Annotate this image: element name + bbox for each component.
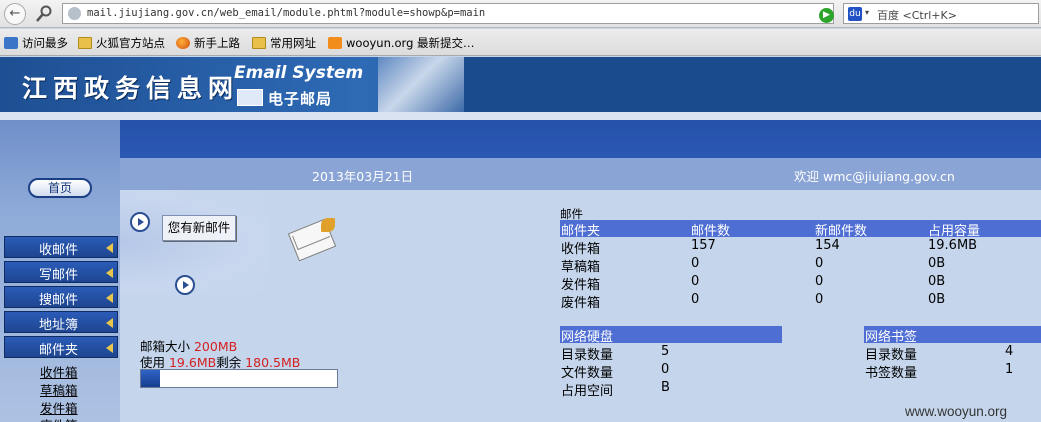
netdisk-header[interactable]: 网络硬盘 (560, 326, 782, 345)
arrow-left-icon (106, 293, 113, 303)
url-bar[interactable]: mail.jiujiang.gov.cn/web_email/module.ph… (62, 3, 890, 24)
firefox-icon (176, 37, 190, 49)
go-icon[interactable]: ▶ (819, 8, 834, 23)
arrow-left-icon (106, 318, 113, 328)
folder-icon (252, 37, 266, 49)
site-title: 江西政务信息网 (22, 74, 240, 103)
menu-folders[interactable]: 邮件夹 (4, 336, 118, 358)
current-date: 2013年03月21日 (312, 169, 414, 184)
folder-link-trash[interactable]: 废件箱 (561, 292, 600, 311)
search-engine-dropdown-icon[interactable]: ▾ (865, 8, 869, 17)
header-band (120, 120, 1041, 158)
search-input[interactable]: du ▾ 百度 <Ctrl+K> (843, 3, 1039, 24)
banner-fill (464, 57, 1041, 112)
sidebar-item-inbox[interactable]: 收件箱 (40, 362, 78, 381)
sidebar-item-trash[interactable]: 废件箱 (40, 415, 78, 422)
watermark: www.wooyun.org (905, 404, 1008, 419)
sidebar-item-drafts[interactable]: 草稿箱 (40, 380, 78, 399)
email-system-title: Email System (234, 63, 364, 83)
menu-search-mail[interactable]: 搜邮件 (4, 286, 118, 308)
bookmark-wooyun[interactable]: wooyun.org 最新提交… (328, 35, 475, 51)
arrow-left-icon (106, 243, 113, 253)
decorative-swirl (120, 190, 270, 295)
welcome-text: 欢迎 wmc@jiujiang.gov.cn (794, 169, 955, 184)
mail-table-header: 邮件夹 邮件数 新邮件数 占用容量 (560, 220, 1041, 239)
menu-address-book[interactable]: 地址簿 (4, 311, 118, 333)
site-banner: 江西政务信息网 Email System 电子邮局 (0, 57, 1041, 112)
quill-icon (321, 218, 335, 232)
quota-progress-fill (141, 370, 161, 387)
banner-photo (378, 57, 464, 112)
arrow-left-icon (106, 268, 113, 278)
folder-icon (78, 37, 92, 49)
globe-icon (68, 7, 81, 20)
envelope-icon (237, 89, 263, 106)
bookmark-getting-started[interactable]: 新手上路 (176, 35, 240, 51)
bookmark-firefox-site[interactable]: 火狐官方站点 (78, 35, 165, 51)
bookmark-most-visited[interactable]: 访问最多 (4, 35, 68, 51)
play-icon[interactable] (130, 212, 150, 232)
folder-link-sent[interactable]: 发件箱 (561, 274, 600, 293)
banner-divider (0, 112, 1041, 120)
search-engine-name: 百度 (877, 9, 899, 22)
bookmarks-bar: 访问最多 火狐官方站点 新手上路 常用网址 wooyun.org 最新提交… (0, 29, 1041, 56)
quota-progress-bar (140, 369, 338, 388)
menu-compose-mail[interactable]: 写邮件 (4, 261, 118, 283)
play-icon[interactable] (175, 275, 195, 295)
new-mail-button[interactable]: 您有新邮件 (162, 215, 236, 241)
bookmark-common-sites[interactable]: 常用网址 (252, 35, 316, 51)
back-arrow-icon: ← (9, 6, 21, 21)
bookmark-icon (4, 37, 18, 49)
site-identity-icon[interactable] (34, 4, 54, 24)
back-button[interactable]: ← (4, 3, 26, 25)
rss-icon (328, 37, 342, 49)
folder-link-drafts[interactable]: 草稿箱 (561, 256, 600, 275)
url-text: mail.jiujiang.gov.cn/web_email/module.ph… (87, 7, 486, 19)
folder-link-inbox[interactable]: 收件箱 (561, 238, 600, 257)
search-placeholder: <Ctrl+K> (902, 9, 957, 22)
mail-title: 电子邮局 (268, 90, 333, 108)
baidu-icon[interactable]: du (848, 7, 862, 21)
menu-receive-mail[interactable]: 收邮件 (4, 236, 118, 258)
arrow-left-icon (106, 343, 113, 353)
home-button[interactable]: 首页 (28, 178, 92, 198)
netbookmark-header[interactable]: 网络书签 (864, 326, 1041, 345)
browser-toolbar: ← mail.jiujiang.gov.cn/web_email/module.… (0, 0, 1041, 28)
